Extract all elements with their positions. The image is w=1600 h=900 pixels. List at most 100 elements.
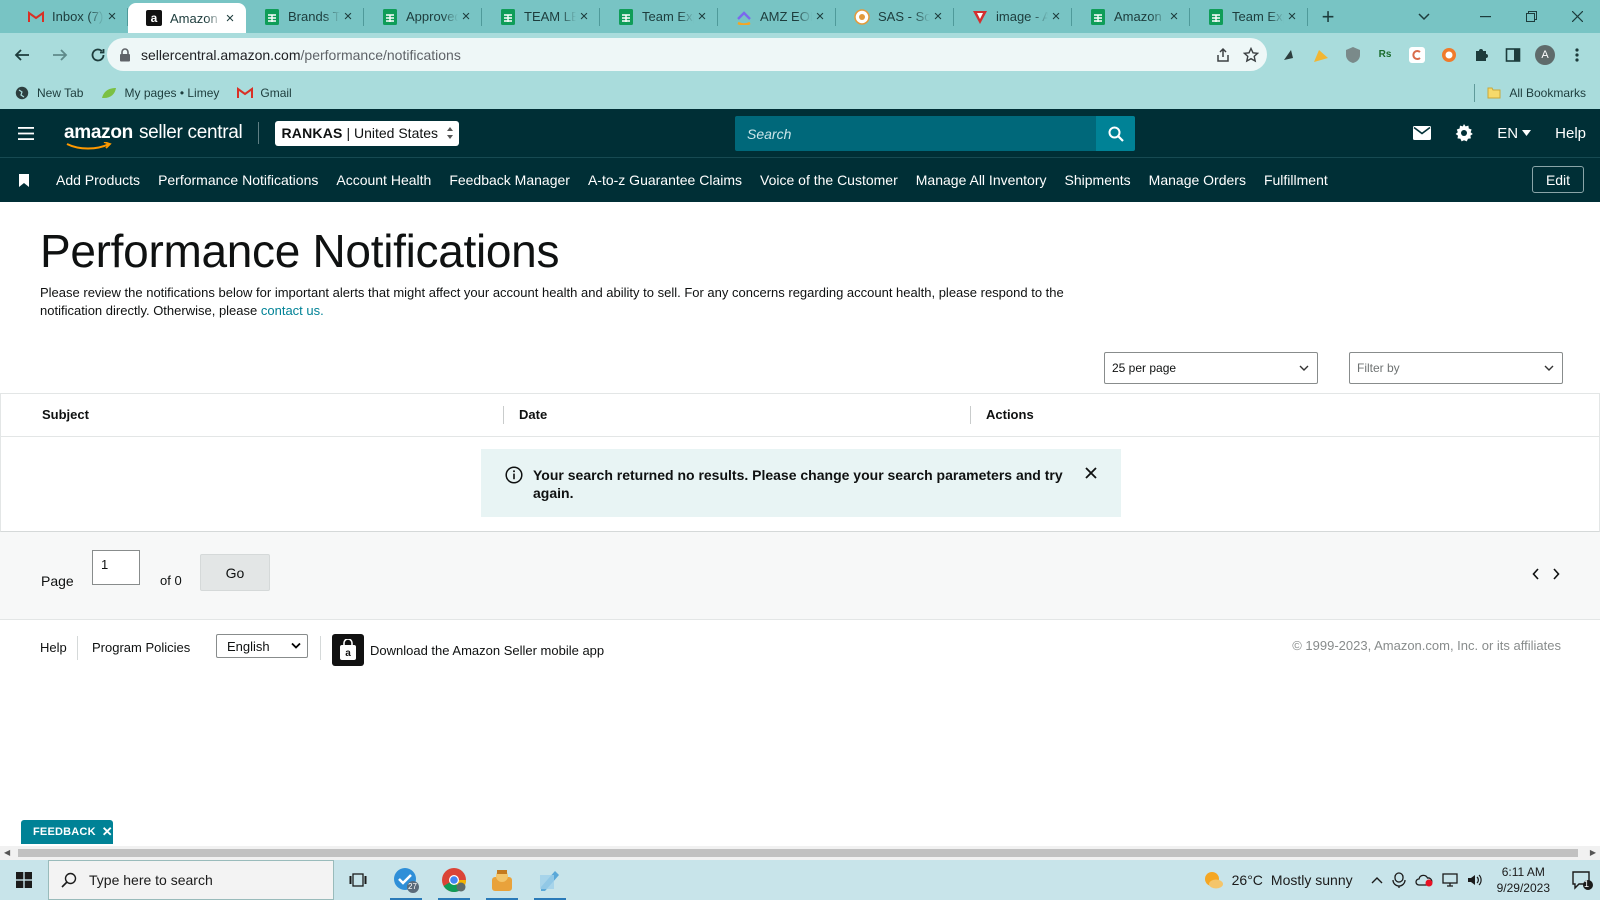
- filter-by-select[interactable]: Filter by: [1349, 352, 1563, 384]
- search-input[interactable]: Search: [735, 116, 1096, 151]
- task-view-icon[interactable]: [334, 860, 382, 900]
- extension-orange-icon[interactable]: [1438, 44, 1460, 66]
- new-tab-button[interactable]: +: [1312, 0, 1344, 33]
- bookmark-icon[interactable]: [16, 172, 32, 188]
- scroll-left-icon[interactable]: ◀: [4, 848, 10, 857]
- browser-tab[interactable]: Team Exp×: [600, 0, 718, 33]
- browser-tab[interactable]: Brands To×: [246, 0, 364, 33]
- hamburger-menu-icon[interactable]: [14, 121, 38, 145]
- nav-item-voice-of-the-customer[interactable]: Voice of the Customer: [760, 172, 898, 188]
- search-button[interactable]: [1096, 116, 1135, 151]
- tab-close-icon[interactable]: ×: [930, 8, 946, 25]
- browser-tab[interactable]: AMZ EOD×: [718, 0, 836, 33]
- page-number-input[interactable]: 1: [92, 550, 140, 585]
- nav-item-account-health[interactable]: Account Health: [336, 172, 431, 188]
- contact-us-link[interactable]: contact us.: [261, 303, 324, 318]
- notes-taskbar-icon[interactable]: [526, 860, 574, 900]
- chevron-right-icon[interactable]: [1552, 568, 1560, 580]
- tab-close-icon[interactable]: ×: [340, 8, 356, 25]
- horizontal-scrollbar[interactable]: ◀ ▶: [0, 846, 1600, 860]
- taskbar-search[interactable]: Type here to search: [48, 860, 334, 900]
- column-subject[interactable]: Subject: [42, 407, 89, 422]
- address-bar[interactable]: sellercentral.amazon.com/performance/not…: [107, 38, 1267, 71]
- extension-lemon-icon[interactable]: [1310, 44, 1332, 66]
- close-icon[interactable]: [1085, 467, 1097, 479]
- tab-close-icon[interactable]: ×: [1048, 8, 1064, 25]
- outlook-taskbar-icon[interactable]: 27: [382, 860, 430, 900]
- browser-tab[interactable]: a Amazon ×: [128, 3, 246, 33]
- nav-item-add-products[interactable]: Add Products: [56, 172, 140, 188]
- star-icon[interactable]: [1243, 46, 1259, 63]
- nav-item-performance-notifications[interactable]: Performance Notifications: [158, 172, 318, 188]
- system-clock[interactable]: 6:11 AM 9/29/2023: [1497, 864, 1550, 896]
- edit-nav-button[interactable]: Edit: [1532, 166, 1584, 193]
- feedback-close-icon[interactable]: ✕: [102, 824, 113, 840]
- scroll-right-icon[interactable]: ▶: [1590, 848, 1596, 857]
- tab-close-icon[interactable]: ×: [576, 8, 592, 25]
- browser-tab[interactable]: Approved ×: [364, 0, 482, 33]
- nav-item-a-to-z-guarantee-claims[interactable]: A-to-z Guarantee Claims: [588, 172, 742, 188]
- column-date[interactable]: Date: [519, 407, 547, 422]
- tab-close-icon[interactable]: ×: [104, 8, 120, 25]
- nav-item-fulfillment[interactable]: Fulfillment: [1264, 172, 1328, 188]
- nav-item-manage-orders[interactable]: Manage Orders: [1149, 172, 1246, 188]
- start-button[interactable]: [0, 860, 48, 900]
- feedback-tab[interactable]: FEEDBACK ✕: [21, 820, 113, 844]
- language-selector[interactable]: EN: [1497, 125, 1532, 142]
- extension-arrow-icon[interactable]: [1278, 44, 1300, 66]
- tab-search-icon[interactable]: [1408, 0, 1440, 33]
- browser-tab[interactable]: Inbox (7) - ×: [10, 0, 128, 33]
- side-panel-icon[interactable]: [1502, 44, 1524, 66]
- minimize-icon[interactable]: [1462, 0, 1508, 33]
- column-actions[interactable]: Actions: [986, 407, 1034, 422]
- close-window-icon[interactable]: [1554, 0, 1600, 33]
- nav-item-manage-all-inventory[interactable]: Manage All Inventory: [916, 172, 1047, 188]
- per-page-select[interactable]: 25 per page: [1104, 352, 1318, 384]
- browser-menu-icon[interactable]: [1566, 44, 1588, 66]
- download-app-link[interactable]: a Download the Amazon Seller mobile app: [332, 634, 604, 666]
- app-taskbar-icon[interactable]: [478, 860, 526, 900]
- bookmark-my-pages[interactable]: My pages • Limey: [101, 85, 219, 101]
- notification-center-icon[interactable]: 1: [1564, 870, 1600, 890]
- help-link[interactable]: Help: [1555, 125, 1586, 142]
- extension-shield-icon[interactable]: [1342, 44, 1364, 66]
- tab-close-icon[interactable]: ×: [812, 8, 828, 25]
- nav-item-shipments[interactable]: Shipments: [1065, 172, 1131, 188]
- extensions-puzzle-icon[interactable]: [1470, 44, 1492, 66]
- nav-item-feedback-manager[interactable]: Feedback Manager: [449, 172, 570, 188]
- all-bookmarks[interactable]: All Bookmarks: [1474, 76, 1586, 109]
- tab-close-icon[interactable]: ×: [458, 8, 474, 25]
- browser-tab[interactable]: TEAM LEC×: [482, 0, 600, 33]
- weather-widget[interactable]: 26°C Mostly sunny: [1202, 869, 1353, 891]
- bookmark-new-tab[interactable]: New Tab: [14, 85, 83, 101]
- browser-tab[interactable]: image - A ×: [954, 0, 1072, 33]
- network-icon[interactable]: [1441, 873, 1458, 887]
- footer-language-select[interactable]: English: [216, 634, 308, 658]
- forward-button[interactable]: [44, 39, 76, 71]
- share-icon[interactable]: [1215, 47, 1231, 63]
- browser-tab[interactable]: Amazon I ×: [1072, 0, 1190, 33]
- tab-close-icon[interactable]: ×: [694, 8, 710, 25]
- chevron-left-icon[interactable]: [1532, 568, 1540, 580]
- restore-icon[interactable]: [1508, 0, 1554, 33]
- back-button[interactable]: [6, 39, 38, 71]
- program-policies-link[interactable]: Program Policies: [92, 640, 190, 655]
- footer-help-link[interactable]: Help: [40, 640, 67, 655]
- profile-avatar[interactable]: A: [1534, 44, 1556, 66]
- mail-icon[interactable]: [1413, 126, 1432, 140]
- gear-icon[interactable]: [1455, 124, 1474, 142]
- chevron-up-icon[interactable]: [1371, 876, 1383, 884]
- extension-rs-icon[interactable]: Rs: [1374, 44, 1396, 66]
- tab-close-icon[interactable]: ×: [1284, 8, 1300, 25]
- meet-now-icon[interactable]: [1391, 872, 1406, 888]
- chrome-taskbar-icon[interactable]: [430, 860, 478, 900]
- browser-tab[interactable]: SAS - Sou×: [836, 0, 954, 33]
- account-switcher[interactable]: RANKAS | United States: [275, 120, 460, 146]
- scrollbar-thumb[interactable]: [18, 849, 1578, 857]
- tab-close-icon[interactable]: ×: [222, 10, 238, 27]
- go-button[interactable]: Go: [200, 554, 270, 591]
- tab-close-icon[interactable]: ×: [1166, 8, 1182, 25]
- seller-central-logo[interactable]: amazon seller central: [64, 122, 243, 150]
- onedrive-icon[interactable]: [1415, 873, 1433, 887]
- bookmark-gmail[interactable]: Gmail: [237, 85, 292, 101]
